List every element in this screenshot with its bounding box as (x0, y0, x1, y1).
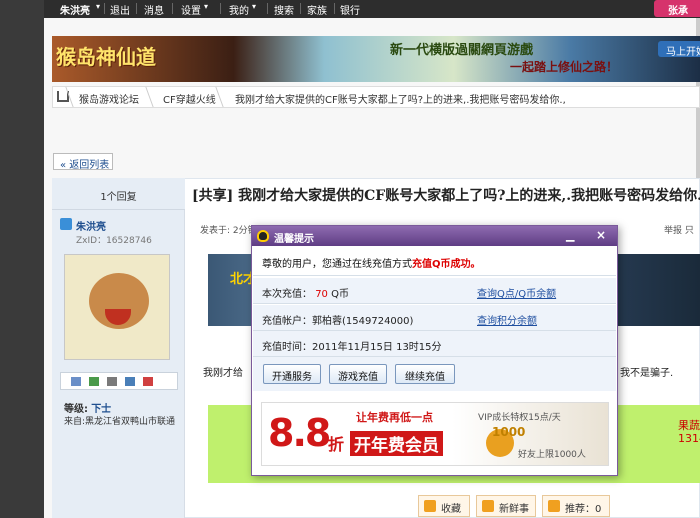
account-row: 充值帐户：郭柏蓉(1549724000) 查询积分余额 (253, 305, 616, 331)
breadcrumb-thread: 我刚才给大家提供的CF账号大家都上了吗?上的进来,.我把账号密码发给你., (235, 95, 566, 106)
user-actions-bar (60, 372, 178, 390)
nav-mine[interactable]: 我的 (229, 2, 249, 17)
thumb-icon (548, 500, 560, 512)
game-banner[interactable]: 猴岛神仙道 新一代横版過關網頁游戲 一起踏上修仙之路！ 马上开始 (52, 36, 700, 82)
post-body-start: 我刚才给 (203, 368, 243, 379)
nav-messages[interactable]: 消息 (144, 2, 164, 17)
star-icon (424, 500, 436, 512)
author-name[interactable]: 朱洪亮 (76, 218, 106, 233)
dialog-title: 温馨提示 (274, 234, 314, 245)
favorite-button[interactable]: 收藏 (418, 495, 470, 517)
banner-slogan: 新一代横版過關網頁游戲 (390, 43, 534, 58)
top-nav-bar: 朱洪亮 ▾ 退出 消息 设置 ▾ 我的 ▾ 搜索 家族 银行 张承 (44, 0, 700, 18)
ad-vip: VIP成长特权15点/天 (478, 413, 561, 423)
breadcrumb-board[interactable]: CF穿越火线 (163, 91, 216, 106)
left-sidebar (0, 0, 44, 518)
divider (334, 3, 335, 14)
recommend-button[interactable]: 推荐：0 (542, 495, 610, 517)
level-value: 下士 (91, 404, 112, 415)
divider (145, 87, 161, 107)
ad-friends: 好友上限1000人 (518, 450, 586, 460)
news-icon (482, 500, 494, 512)
banner-slogan-2: 一起踏上修仙之路！ (510, 60, 619, 74)
vip-promo-ad[interactable]: 8.8 折 让年费再低一点 开年费会员 VIP成长特权15点/天 1000 好友… (261, 402, 609, 466)
divider (104, 3, 105, 14)
continue-recharge-button[interactable]: 继续充值 (395, 364, 455, 384)
author-level: 等级: 下士 (64, 400, 111, 415)
card-icon[interactable] (125, 377, 135, 386)
nav-family[interactable]: 家族 (307, 2, 327, 17)
divider (267, 3, 268, 14)
level-label: 等级: (64, 404, 88, 415)
recommend-label: 推荐：0 (565, 504, 602, 515)
dialog-header[interactable]: 温馨提示 ▁ × (252, 226, 617, 246)
profile-icon[interactable] (107, 377, 117, 386)
post-ad-text: 果蔬 1314 (678, 419, 700, 445)
ad-line-2: 开年费会员 (350, 431, 443, 456)
chevron-down-icon: ▾ (204, 2, 209, 11)
charge-unit: Q币 (331, 289, 349, 300)
charge-amount: 70 (315, 289, 328, 300)
back-to-list-button[interactable]: « 返回列表 (53, 153, 113, 171)
news-label: 新鲜事 (499, 504, 529, 515)
ad-line-1: 让年费再低一点 (356, 411, 433, 424)
charge-label: 本次充值： (262, 289, 312, 300)
chevron-down-icon: ▾ (252, 2, 257, 11)
news-button[interactable]: 新鲜事 (476, 495, 536, 517)
breadcrumb-forum[interactable]: 猴岛游戏论坛 (79, 91, 139, 106)
divider (136, 3, 137, 14)
time-row: 充值时间：2011年11月15日 13时15分 (253, 331, 616, 357)
nav-logout[interactable]: 退出 (110, 2, 130, 17)
close-icon[interactable]: × (596, 228, 606, 242)
post-meta: 发表于: 2分钟 (200, 226, 257, 236)
banner-logo: 猴岛神仙道 (56, 45, 156, 69)
divider (220, 3, 221, 14)
recharge-success-dialog: 温馨提示 ▁ × 尊敬的用户，您通过在线充值方式充值Q币成功。 本次充值： 70… (251, 225, 618, 476)
thread-title: [共享] 我刚才给大家提供的CF账号大家都上了吗?上的进来,.我把账号密码发给你… (192, 188, 700, 204)
nav-settings[interactable]: 设置 (181, 2, 201, 17)
query-points-link[interactable]: 查询积分余额 (477, 312, 537, 327)
minimize-icon[interactable]: ▁ (566, 229, 574, 242)
favorite-label: 收藏 (441, 504, 461, 515)
user-menu[interactable]: 朱洪亮 (60, 2, 90, 17)
nav-bank[interactable]: 银行 (340, 2, 360, 17)
post-body-end: 我不是骗子. (620, 368, 674, 379)
divider (300, 3, 301, 14)
ad-1000: 1000 (492, 425, 526, 439)
ad-discount: 8.8 (268, 411, 331, 455)
breadcrumb: 猴岛游戏论坛 CF穿越火线 我刚才给大家提供的CF账号大家都上了吗?上的进来,.… (52, 86, 700, 108)
open-service-button[interactable]: 开通服务 (263, 364, 321, 384)
report-link[interactable]: 举报 只 (664, 223, 694, 236)
avatar[interactable] (64, 254, 170, 360)
message-highlight: 充值Q币成功。 (412, 259, 481, 270)
time-label: 充值时间：2011年11月15日 13时15分 (262, 342, 442, 353)
mail-icon[interactable] (71, 377, 81, 386)
divider (172, 3, 173, 14)
charge-amount-row: 本次充值： 70 Q币 查询Q点/Q币余额 (253, 278, 616, 304)
qq-penguin-icon (257, 230, 269, 242)
user-icon (60, 218, 72, 230)
query-balance-link[interactable]: 查询Q点/Q币余额 (477, 285, 556, 300)
dialog-message: 尊敬的用户，您通过在线充值方式充值Q币成功。 (253, 248, 616, 276)
author-id: ZxID：16528746 (76, 236, 152, 246)
chevron-down-icon: ▾ (96, 2, 101, 11)
promo-button[interactable]: 张承 (654, 0, 700, 17)
dialog-button-bar: 开通服务 游戏充值 继续充值 (253, 357, 616, 391)
game-recharge-button[interactable]: 游戏充值 (329, 364, 387, 384)
author-from: 来自:黑龙江省双鸭山市联通 (64, 417, 176, 427)
ad-zhe: 折 (328, 435, 345, 454)
add-friend-icon[interactable] (89, 377, 99, 386)
nav-search[interactable]: 搜索 (274, 2, 294, 17)
banner-start-button[interactable]: 马上开始 (658, 41, 700, 58)
divider (215, 87, 231, 107)
gift-icon[interactable] (143, 377, 153, 386)
reply-count: 1个回复 (52, 178, 185, 210)
message-text: 尊敬的用户，您通过在线充值方式 (262, 259, 412, 270)
account-label: 充值帐户：郭柏蓉(1549724000) (262, 316, 414, 327)
